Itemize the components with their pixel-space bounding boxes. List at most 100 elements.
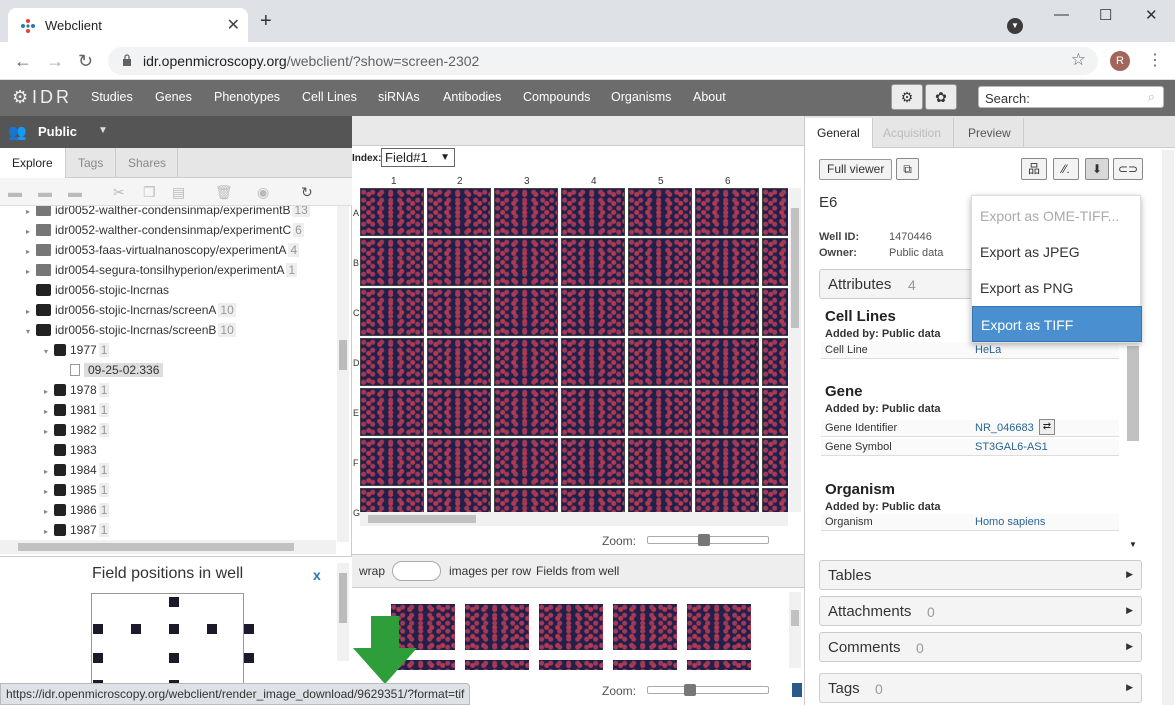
browser-tab[interactable]: Webclient ✕ bbox=[8, 8, 248, 42]
plate-well[interactable] bbox=[695, 488, 759, 512]
plate-well[interactable] bbox=[762, 438, 788, 486]
plate-well[interactable] bbox=[762, 338, 788, 386]
hierarchy-icon[interactable]: 品 bbox=[1021, 158, 1047, 180]
group-selector[interactable]: 👥 Public ▼ bbox=[0, 116, 352, 148]
plate-vertical-scrollbar[interactable] bbox=[789, 188, 801, 512]
plate-horizontal-scrollbar[interactable] bbox=[360, 512, 788, 526]
tab-preview[interactable]: Preview bbox=[956, 118, 1024, 148]
plate-well[interactable] bbox=[427, 288, 491, 336]
tree-item[interactable]: ▸ 1982 1 bbox=[44, 420, 110, 440]
plate-well[interactable] bbox=[360, 288, 424, 336]
tree-item[interactable]: ▸ idr0053-faas-virtualnanoscopy/experimen… bbox=[26, 240, 300, 260]
field-marker[interactable] bbox=[131, 624, 141, 634]
tree-item[interactable]: ▸ idr0054-segura-tonsilhyperion/experimen… bbox=[26, 260, 298, 280]
profile-avatar[interactable]: R bbox=[1110, 51, 1130, 71]
cell-line-link[interactable]: HeLa bbox=[975, 344, 1001, 356]
window-close-icon[interactable]: ✕ bbox=[1145, 6, 1158, 24]
field-thumbnail[interactable] bbox=[613, 604, 677, 650]
field-thumbnail[interactable] bbox=[613, 660, 677, 670]
panel-expand-icon[interactable] bbox=[792, 683, 802, 697]
attributes-scrollbar[interactable] bbox=[1127, 346, 1139, 441]
apps-icon[interactable]: ✿ bbox=[925, 84, 957, 110]
nav-organisms[interactable]: Organisms bbox=[611, 90, 671, 104]
plate-well[interactable] bbox=[695, 188, 759, 236]
delete-icon[interactable]: 🗑 bbox=[215, 184, 233, 201]
plate-well[interactable] bbox=[427, 388, 491, 436]
full-viewer-button[interactable]: Full viewer bbox=[819, 159, 893, 180]
plate-well[interactable] bbox=[427, 438, 491, 486]
tables-section[interactable]: Tables ▶ bbox=[819, 560, 1142, 590]
plate-well[interactable] bbox=[762, 288, 788, 336]
plate-well[interactable] bbox=[427, 488, 491, 512]
attachments-section[interactable]: Attachments 0 ▶ bbox=[819, 596, 1142, 626]
plate-well[interactable] bbox=[561, 338, 625, 386]
tree-item[interactable]: ▸ idr0052-walther-condensinmap/experiment… bbox=[26, 206, 310, 220]
field-thumbnail[interactable] bbox=[687, 604, 751, 650]
copy-icon[interactable]: ❐ bbox=[143, 184, 156, 201]
tree-item[interactable]: idr0056-stojic-lncrnas bbox=[26, 280, 169, 300]
zoom-slider[interactable] bbox=[647, 534, 769, 546]
plate-well[interactable] bbox=[561, 188, 625, 236]
plate-well[interactable] bbox=[695, 438, 759, 486]
plate-well[interactable] bbox=[628, 338, 692, 386]
plate-well[interactable] bbox=[494, 338, 558, 386]
plate-well[interactable] bbox=[561, 488, 625, 512]
plate-well[interactable] bbox=[695, 238, 759, 286]
plate-well[interactable] bbox=[762, 488, 788, 512]
idr-logo[interactable]: ⚙ IDR bbox=[12, 87, 72, 108]
field-marker[interactable] bbox=[93, 624, 103, 634]
open-with-icon[interactable]: ⧉ bbox=[896, 158, 919, 180]
tab-acquisition[interactable]: Acquisition bbox=[871, 118, 955, 148]
nav-antibodies[interactable]: Antibodies bbox=[443, 90, 501, 104]
tree-item[interactable]: ▸ 1987 1 bbox=[44, 520, 110, 540]
cut-icon[interactable]: ✂ bbox=[113, 184, 125, 201]
plate-well[interactable] bbox=[762, 238, 788, 286]
plate-well[interactable] bbox=[360, 338, 424, 386]
plate-well[interactable] bbox=[427, 238, 491, 286]
new-project-icon[interactable]: ▬ bbox=[38, 184, 52, 200]
tab-tags[interactable]: Tags bbox=[66, 148, 116, 178]
search-icon[interactable]: ⌕ bbox=[1148, 89, 1155, 105]
tree-item[interactable]: ▸ idr0052-walther-condensinmap/experiment… bbox=[26, 220, 304, 240]
plate-well[interactable] bbox=[561, 288, 625, 336]
close-field-panel-button[interactable]: x bbox=[313, 567, 321, 583]
field-index-select[interactable]: Field#1 ▼ bbox=[381, 148, 455, 167]
plate-well[interactable] bbox=[695, 388, 759, 436]
field-thumbnail[interactable] bbox=[465, 604, 529, 650]
attributes-section[interactable]: Attributes 4 bbox=[819, 269, 979, 299]
export-ome-tiff-item[interactable]: Export as OME-TIFF... bbox=[972, 198, 1142, 234]
plate-well[interactable] bbox=[561, 238, 625, 286]
nav-about[interactable]: About bbox=[693, 90, 726, 104]
bookmark-star-icon[interactable]: ☆ bbox=[1071, 50, 1086, 70]
plate-well[interactable] bbox=[762, 188, 788, 236]
plate-well[interactable] bbox=[360, 238, 424, 286]
browser-menu-icon[interactable]: ⋮ bbox=[1147, 50, 1163, 70]
forward-icon[interactable]: → bbox=[46, 51, 64, 72]
plate-well[interactable] bbox=[561, 388, 625, 436]
export-tiff-item[interactable]: Export as TIFF bbox=[972, 306, 1142, 342]
field-thumbnail[interactable] bbox=[687, 660, 751, 670]
download-icon[interactable]: ⬇ bbox=[1085, 158, 1109, 180]
plate-well[interactable] bbox=[628, 438, 692, 486]
nav-cell-lines[interactable]: Cell Lines bbox=[302, 90, 357, 104]
tree-item[interactable]: ▸ 1978 1 bbox=[44, 380, 110, 400]
zoom-slider-handle[interactable] bbox=[684, 684, 696, 696]
new-dataset-icon[interactable]: ▬ bbox=[68, 184, 82, 200]
plate-well[interactable] bbox=[561, 438, 625, 486]
plate-well[interactable] bbox=[360, 188, 424, 236]
plate-well[interactable] bbox=[628, 238, 692, 286]
plate-well[interactable] bbox=[494, 238, 558, 286]
export-png-item[interactable]: Export as PNG bbox=[972, 270, 1142, 306]
nav-studies[interactable]: Studies bbox=[91, 90, 133, 104]
field-thumbnail[interactable] bbox=[539, 660, 603, 670]
tree-item[interactable]: ▸ 1986 1 bbox=[44, 500, 110, 520]
comments-section[interactable]: Comments 0 ▶ bbox=[819, 632, 1142, 662]
tree-item[interactable]: ▸ 1985 1 bbox=[44, 480, 110, 500]
plate-well[interactable] bbox=[494, 438, 558, 486]
plate-well[interactable] bbox=[762, 388, 788, 436]
swap-icon[interactable]: ⇄ bbox=[1039, 419, 1055, 435]
gene-symbol-link[interactable]: ST3GAL6-AS1 bbox=[975, 441, 1048, 453]
tree-item[interactable]: ▸ idr0056-stojic-lncrnas/screenA 10 bbox=[26, 300, 236, 320]
plate-well[interactable] bbox=[628, 288, 692, 336]
field-marker[interactable] bbox=[169, 597, 179, 607]
